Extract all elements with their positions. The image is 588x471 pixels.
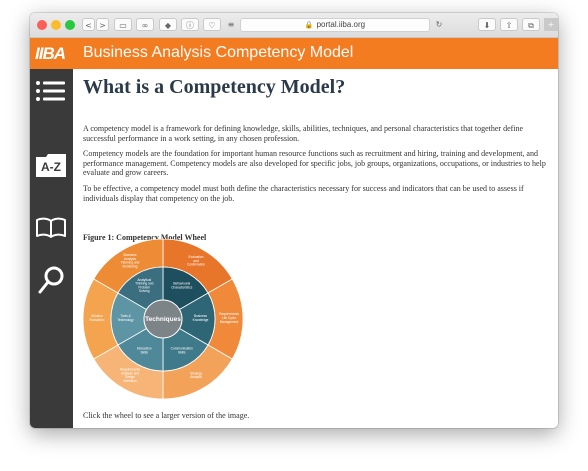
reload-icon[interactable]: ↻ <box>434 18 444 31</box>
download-icon[interactable]: ⬇ <box>478 18 496 31</box>
paragraph-effectiveness: To be effective, a competency model must… <box>83 184 524 203</box>
wheel-outer-label: Strategy Analysis <box>190 371 202 379</box>
a-z-label: A-Z <box>41 160 61 174</box>
main-content: What is a Competency Model? A competency… <box>83 69 551 428</box>
wheel-inner-label: Business Knowledge <box>193 314 209 322</box>
menu-icon[interactable]: ≡ <box>226 18 236 31</box>
site-title: Business Analysis Competency Model <box>83 44 354 61</box>
list-icon[interactable] <box>35 79 67 103</box>
lock-icon: 🔒 <box>304 22 314 29</box>
iiba-logo[interactable]: IIBA <box>35 44 66 64</box>
paragraph-foundation: Competency models are the foundation for… <box>83 149 546 177</box>
wheel-outer-label: Solution Evaluation <box>90 314 105 322</box>
minimize-window-button[interactable] <box>51 20 61 30</box>
extension-icon[interactable]: ◆ <box>159 18 177 31</box>
share-icon[interactable]: ⇧ <box>500 18 518 31</box>
paragraph-definition: A competency model is a framework for de… <box>83 124 524 143</box>
new-tab-button[interactable]: + <box>544 18 558 31</box>
page-title: What is a Competency Model? <box>83 76 346 98</box>
forward-button[interactable]: > <box>96 18 109 31</box>
url-text: portal.iiba.org <box>316 20 366 29</box>
wheel-center-label: Techniques <box>145 316 181 323</box>
a-z-icon[interactable]: A-Z <box>35 152 67 178</box>
back-button[interactable]: < <box>82 18 95 31</box>
book-icon[interactable] <box>35 217 67 239</box>
browser-toolbar: < > ▭ ∞ ◆ ⓘ ♡ ≡ 🔒 portal.iiba.org ↻ ⬇ ⇧ ⧉… <box>30 13 558 38</box>
reader-icon[interactable]: ∞ <box>136 18 154 31</box>
sidebar: A-Z <box>30 69 73 428</box>
search-icon[interactable] <box>37 265 65 297</box>
site-header: IIBA Business Analysis Competency Model <box>30 38 558 69</box>
tabs-icon[interactable]: ⧉ <box>522 18 540 31</box>
maximize-window-button[interactable] <box>65 20 75 30</box>
shield-icon[interactable]: ♡ <box>203 18 221 31</box>
address-bar[interactable]: 🔒 portal.iiba.org <box>240 18 430 32</box>
figure-caption: Click the wheel to see a larger version … <box>83 411 250 420</box>
wheel-inner-label: Behavioural Characteristics <box>171 282 192 290</box>
close-window-button[interactable] <box>37 20 47 30</box>
sidebar-toggle-button[interactable]: ▭ <box>114 18 132 31</box>
competency-model-wheel[interactable]: Evaluation and ConfirmationRequirements Lif… <box>83 239 243 399</box>
info-icon[interactable]: ⓘ <box>181 18 199 31</box>
browser-window: < > ▭ ∞ ◆ ⓘ ♡ ≡ 🔒 portal.iiba.org ↻ ⬇ ⇧ ⧉… <box>30 13 558 428</box>
